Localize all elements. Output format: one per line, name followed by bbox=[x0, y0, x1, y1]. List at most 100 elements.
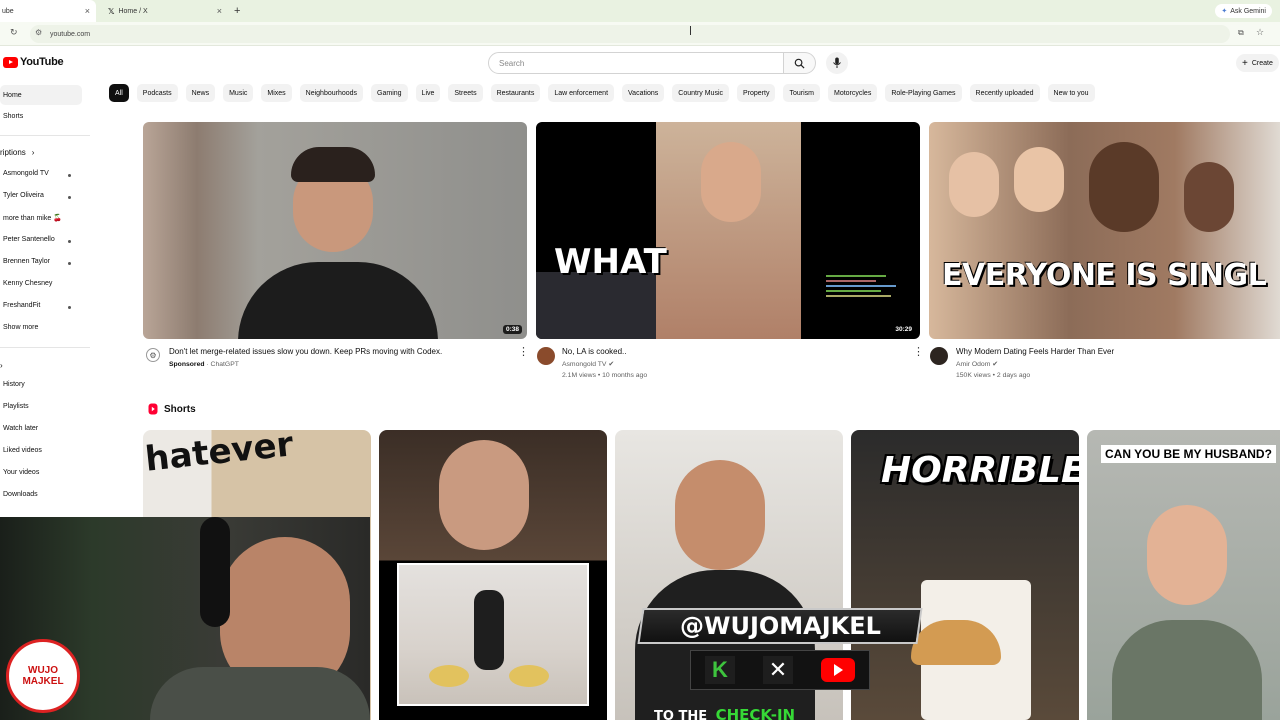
address-bar-row: ↻ ⚙ youtube.com ⧉ ☆ bbox=[0, 22, 1280, 46]
chip-motorcycles[interactable]: Motorcycles bbox=[827, 84, 878, 102]
shorts-label: Shorts bbox=[164, 403, 196, 415]
channel-label: Asmongold TV bbox=[3, 170, 49, 177]
sidebar-item-channel[interactable]: Brennen Taylor bbox=[3, 258, 50, 265]
bookmark-star-icon[interactable]: ☆ bbox=[1256, 27, 1264, 38]
chip-podcasts[interactable]: Podcasts bbox=[136, 84, 178, 102]
chip-country-music[interactable]: Country Music bbox=[672, 84, 729, 102]
short-thumbnail[interactable]: CAN YOU BE MY HUSBAND? bbox=[1087, 430, 1280, 720]
chip-mixes[interactable]: Mixes bbox=[261, 84, 292, 102]
thumbnail-caption: WHAT bbox=[554, 242, 667, 282]
kick-icon: K bbox=[705, 656, 735, 684]
chip-neighbourhoods[interactable]: Neighbourhoods bbox=[299, 84, 364, 102]
chip-tourism[interactable]: Tourism bbox=[783, 84, 820, 102]
sidebar-item-channel[interactable]: more than mike 🍒 bbox=[3, 214, 62, 222]
gymnast-figure bbox=[474, 590, 504, 670]
live-indicator-dot bbox=[68, 174, 71, 177]
person-face bbox=[1089, 142, 1159, 232]
sidebar-divider bbox=[0, 135, 90, 136]
streamer-shirt bbox=[150, 667, 370, 720]
thumbnail-caption: EVERYONE IS SINGL bbox=[942, 258, 1267, 293]
video-thumbnail[interactable]: WHAT 30:29 bbox=[536, 122, 920, 339]
close-tab-icon[interactable]: × bbox=[217, 6, 222, 16]
embedded-video bbox=[397, 563, 589, 706]
sidebar-item-watch-later[interactable]: Watch later bbox=[3, 425, 38, 432]
chip-vacations[interactable]: Vacations bbox=[622, 84, 665, 102]
sidebar-subscriptions-header[interactable]: riptions › bbox=[0, 148, 34, 157]
plus-icon: + bbox=[1242, 57, 1248, 69]
url-field[interactable]: ⚙ youtube.com bbox=[30, 25, 1230, 43]
more-options-icon[interactable] bbox=[518, 345, 529, 358]
chip-property[interactable]: Property bbox=[737, 84, 776, 102]
channel-name[interactable]: ChatGPT bbox=[211, 361, 239, 368]
sidebar-item-shorts[interactable]: Shorts bbox=[3, 113, 23, 120]
channel-name[interactable]: Asmongold TV bbox=[562, 361, 606, 368]
close-tab-icon[interactable]: × bbox=[85, 6, 90, 16]
chevron-right-icon: › bbox=[31, 148, 35, 157]
chip-new-to-you[interactable]: New to you bbox=[1047, 84, 1095, 102]
new-tab-button[interactable]: + bbox=[234, 0, 246, 22]
chip-restaurants[interactable]: Restaurants bbox=[490, 84, 541, 102]
tab-x-home[interactable]: 𝕏 Home / X × bbox=[104, 0, 228, 22]
webcam-overlay: WUJO MAJKEL bbox=[0, 517, 370, 720]
sidebar-item-your-videos[interactable]: Your videos bbox=[3, 469, 39, 476]
channel-avatar[interactable] bbox=[930, 347, 948, 365]
ask-gemini-label: Ask Gemini bbox=[1230, 7, 1266, 15]
sidebar-item-label: Liked videos bbox=[3, 447, 42, 454]
voice-search-button[interactable] bbox=[826, 52, 848, 74]
cushion bbox=[429, 665, 469, 687]
video-title[interactable]: No, LA is cooked.. bbox=[562, 347, 626, 356]
search-input[interactable]: Search bbox=[488, 52, 784, 74]
sidebar-item-history[interactable]: History bbox=[3, 381, 25, 388]
more-options-icon[interactable] bbox=[913, 345, 924, 358]
check-in-text: TO THE CHECK-IN bbox=[654, 706, 795, 724]
sidebar-item-home[interactable]: Home bbox=[0, 85, 82, 105]
sidebar-item-downloads[interactable]: Downloads bbox=[3, 491, 38, 498]
chip-live[interactable]: Live bbox=[415, 84, 441, 102]
chip-music[interactable]: Music bbox=[223, 84, 254, 102]
ask-gemini-button[interactable]: ✦ Ask Gemini bbox=[1215, 4, 1272, 18]
youtube-logo[interactable]: YouTube bbox=[3, 56, 64, 68]
video-thumbnail[interactable]: 0:38 bbox=[143, 122, 527, 339]
chip-news[interactable]: News bbox=[185, 84, 216, 102]
sidebar-item-channel[interactable]: Peter Santenello bbox=[3, 236, 55, 243]
sidebar-item-playlists[interactable]: Playlists bbox=[3, 403, 29, 410]
youtube-icon bbox=[821, 658, 855, 682]
sidebar-show-more[interactable]: Show more bbox=[3, 324, 38, 331]
openai-logo-icon[interactable]: ⚙ bbox=[146, 348, 160, 362]
chip-law-enforcement[interactable]: Law enforcement bbox=[548, 84, 615, 102]
person-face bbox=[701, 142, 761, 222]
channel-name-row: Asmongold TV ✔ bbox=[562, 360, 614, 368]
video-title[interactable]: Why Modern Dating Feels Harder Than Ever bbox=[956, 347, 1114, 356]
sidebar-item-channel[interactable]: Tyler Oliveira bbox=[3, 192, 44, 199]
short-thumbnail[interactable] bbox=[379, 430, 607, 720]
sidebar-item-channel[interactable]: FreshandFit bbox=[3, 302, 40, 309]
channel-avatar[interactable] bbox=[537, 347, 555, 365]
chip-all[interactable]: All bbox=[109, 84, 129, 102]
channel-name[interactable]: Amir Odom bbox=[956, 361, 990, 368]
video-title[interactable]: Don't let merge-related issues slow you … bbox=[169, 347, 442, 356]
microphone-icon bbox=[833, 57, 841, 68]
create-button[interactable]: + Create bbox=[1236, 54, 1279, 72]
tab-youtube[interactable]: ube × bbox=[0, 0, 96, 22]
chip-recently-uploaded[interactable]: Recently uploaded bbox=[969, 84, 1040, 102]
channel-name-row: Amir Odom ✔ bbox=[956, 360, 998, 368]
install-app-icon[interactable]: ⧉ bbox=[1238, 28, 1244, 38]
sidebar-item-liked-videos[interactable]: Liked videos bbox=[3, 447, 42, 454]
duration-badge: 30:29 bbox=[892, 325, 915, 334]
person-face bbox=[1147, 505, 1227, 605]
handle-banner: @WUJOMAJKEL bbox=[637, 608, 923, 644]
sidebar-item-channel[interactable]: Kenny Chesney bbox=[3, 280, 52, 287]
sidebar-you-chevron[interactable]: › bbox=[0, 361, 3, 370]
video-thumbnail[interactable]: EVERYONE IS SINGL bbox=[929, 122, 1280, 339]
search-button[interactable] bbox=[784, 52, 816, 74]
site-info-icon[interactable]: ⚙ bbox=[35, 28, 42, 37]
reload-icon[interactable]: ↻ bbox=[10, 27, 18, 38]
chat-overlay bbox=[826, 272, 916, 327]
chip-gaming[interactable]: Gaming bbox=[371, 84, 408, 102]
chip-role-playing-games[interactable]: Role-Playing Games bbox=[885, 84, 962, 102]
sidebar-item-channel[interactable]: Asmongold TV bbox=[3, 170, 49, 177]
person-face bbox=[1014, 147, 1064, 212]
chip-streets[interactable]: Streets bbox=[448, 84, 483, 102]
channel-label: Kenny Chesney bbox=[3, 280, 53, 287]
person-hair bbox=[291, 147, 375, 182]
